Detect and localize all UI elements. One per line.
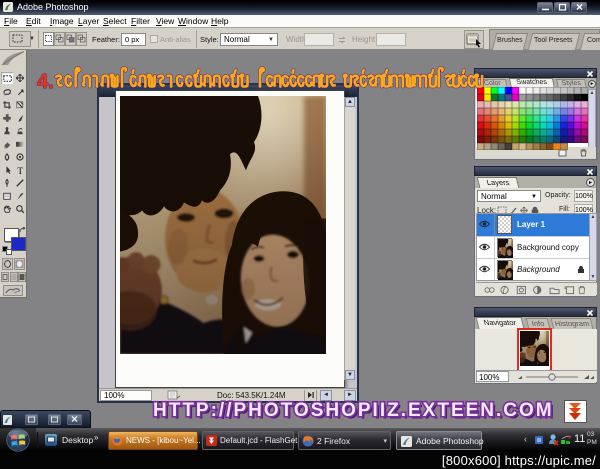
svg-text:T: T (17, 166, 23, 176)
svg-text:4.: 4. (37, 71, 54, 93)
